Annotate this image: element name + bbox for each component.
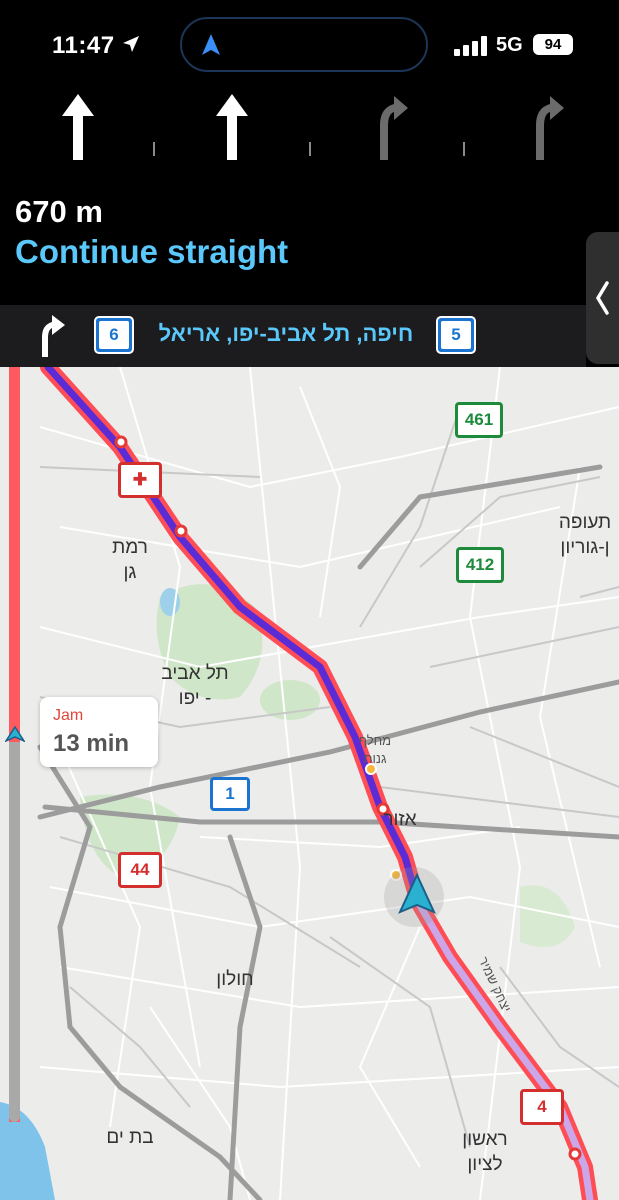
side-panel-handle[interactable] <box>586 232 619 364</box>
place-label: חולון <box>216 969 254 990</box>
status-time: 11:47 <box>52 32 115 59</box>
road-shield-number: 6 <box>99 321 129 349</box>
sign-destinations: חיפה, תל אביב-יפו, אריאל <box>158 321 414 346</box>
poi-marker-icon[interactable]: ✚ <box>118 462 162 498</box>
road-shield-1: 1 <box>210 777 250 811</box>
network-type: 5G <box>496 34 523 56</box>
place-label: ראשון לציון <box>462 1129 508 1175</box>
lane-guidance <box>0 90 619 180</box>
eta-time: 13 min <box>53 730 130 757</box>
lane-divider <box>309 142 311 156</box>
turn-right-arrow-icon <box>380 96 408 160</box>
place-label: אזור <box>383 809 417 830</box>
location-arrow-icon <box>123 36 139 52</box>
road-shield: 6 <box>94 316 134 354</box>
maneuver-instruction: Continue straight <box>15 233 289 270</box>
lane-divider <box>463 142 465 156</box>
status-bar: 11:47 5G 94 <box>0 0 619 90</box>
place-label: רמת גן <box>112 537 148 583</box>
turn-right-arrow-icon <box>536 96 564 160</box>
straight-arrow-icon <box>216 94 248 160</box>
map-view[interactable]: ✚ 461 412 1 44 4 רמת גן תל אביב - יפו חו… <box>0 367 619 1200</box>
road-shield-number: 5 <box>441 321 471 349</box>
traffic-status: Jam <box>53 707 84 724</box>
road-shield-4: 4 <box>520 1089 564 1125</box>
place-label: מחלף גנות <box>358 733 392 766</box>
straight-arrow-icon <box>62 94 94 160</box>
battery-level: 94 <box>544 36 562 53</box>
maneuver-distance: 670 m <box>15 194 103 229</box>
navigation-arrow-icon <box>202 34 220 55</box>
next-maneuver-sign: 6 חיפה, תל אביב-יפו, אריאל 5 <box>0 305 586 367</box>
road-shield: 5 <box>436 316 476 354</box>
lane-divider <box>153 142 155 156</box>
battery-icon: 94 <box>533 34 573 55</box>
dynamic-island[interactable] <box>180 17 428 72</box>
chevron-left-icon <box>595 281 609 315</box>
place-label: בת ים <box>106 1127 154 1148</box>
road-shield-412: 412 <box>456 547 504 583</box>
road-shield-461: 461 <box>455 402 503 438</box>
road-shield-44: 44 <box>118 852 162 888</box>
turn-right-arrow-icon <box>42 315 65 357</box>
place-label: תעופה ן-גוריון <box>558 512 612 558</box>
cellular-signal-icon <box>454 36 487 56</box>
eta-card[interactable]: Jam 13 min <box>40 697 158 767</box>
map-canvas[interactable] <box>0 367 619 1200</box>
route-progress-remaining <box>9 742 20 1122</box>
current-position-icon <box>5 726 25 742</box>
